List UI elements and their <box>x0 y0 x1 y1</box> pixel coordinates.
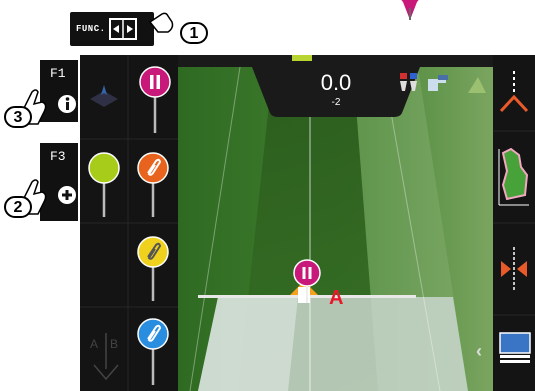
function-key[interactable]: FUNC. <box>70 12 154 46</box>
point-a-label: A <box>329 287 344 309</box>
screen-icon[interactable] <box>499 331 531 363</box>
speed-value: 0.0 <box>320 70 352 95</box>
pause-pin-icon[interactable] <box>292 259 322 305</box>
plus-icon <box>58 186 76 204</box>
ab-line-icon[interactable]: A B <box>88 331 124 381</box>
clip-pin-icon[interactable] <box>136 151 170 221</box>
f1-key-label: F1 <box>50 66 66 81</box>
callout-2: 2 <box>4 196 32 218</box>
right-toolbar <box>493 55 535 391</box>
f3-key-label: F3 <box>50 149 66 164</box>
clip-pin-icon[interactable] <box>136 317 170 387</box>
section-status-icon[interactable] <box>398 71 488 95</box>
split-arrows-icon[interactable] <box>499 247 529 291</box>
speed-readout: 0.0 -2 <box>252 67 420 117</box>
callout-1: 1 <box>180 22 208 44</box>
pause-pin-icon[interactable] <box>138 65 172 135</box>
status-indicator <box>292 55 312 61</box>
plain-pin-icon[interactable] <box>87 151 121 221</box>
left-toolbar: A B <box>80 55 178 391</box>
chevron-left-icon[interactable]: ‹ <box>476 341 482 362</box>
function-key-label: FUNC. <box>76 24 106 34</box>
clip-pin-icon[interactable] <box>136 235 170 305</box>
field-boundary-icon[interactable] <box>497 145 531 209</box>
offset-value: -2 <box>331 97 341 108</box>
guidance-screen: A B 0.0 -2 A ‹ <box>80 55 535 391</box>
info-icon <box>58 95 76 113</box>
hand-pointer-icon <box>148 12 174 33</box>
ab-line-arrow-icon <box>93 333 119 381</box>
status-bar <box>178 55 493 67</box>
split-screen-icon <box>108 18 137 40</box>
gps-icon[interactable] <box>88 81 120 111</box>
callout-3: 3 <box>4 106 32 128</box>
guidance-line-icon[interactable] <box>499 71 529 115</box>
top-pin-icon <box>401 0 419 20</box>
